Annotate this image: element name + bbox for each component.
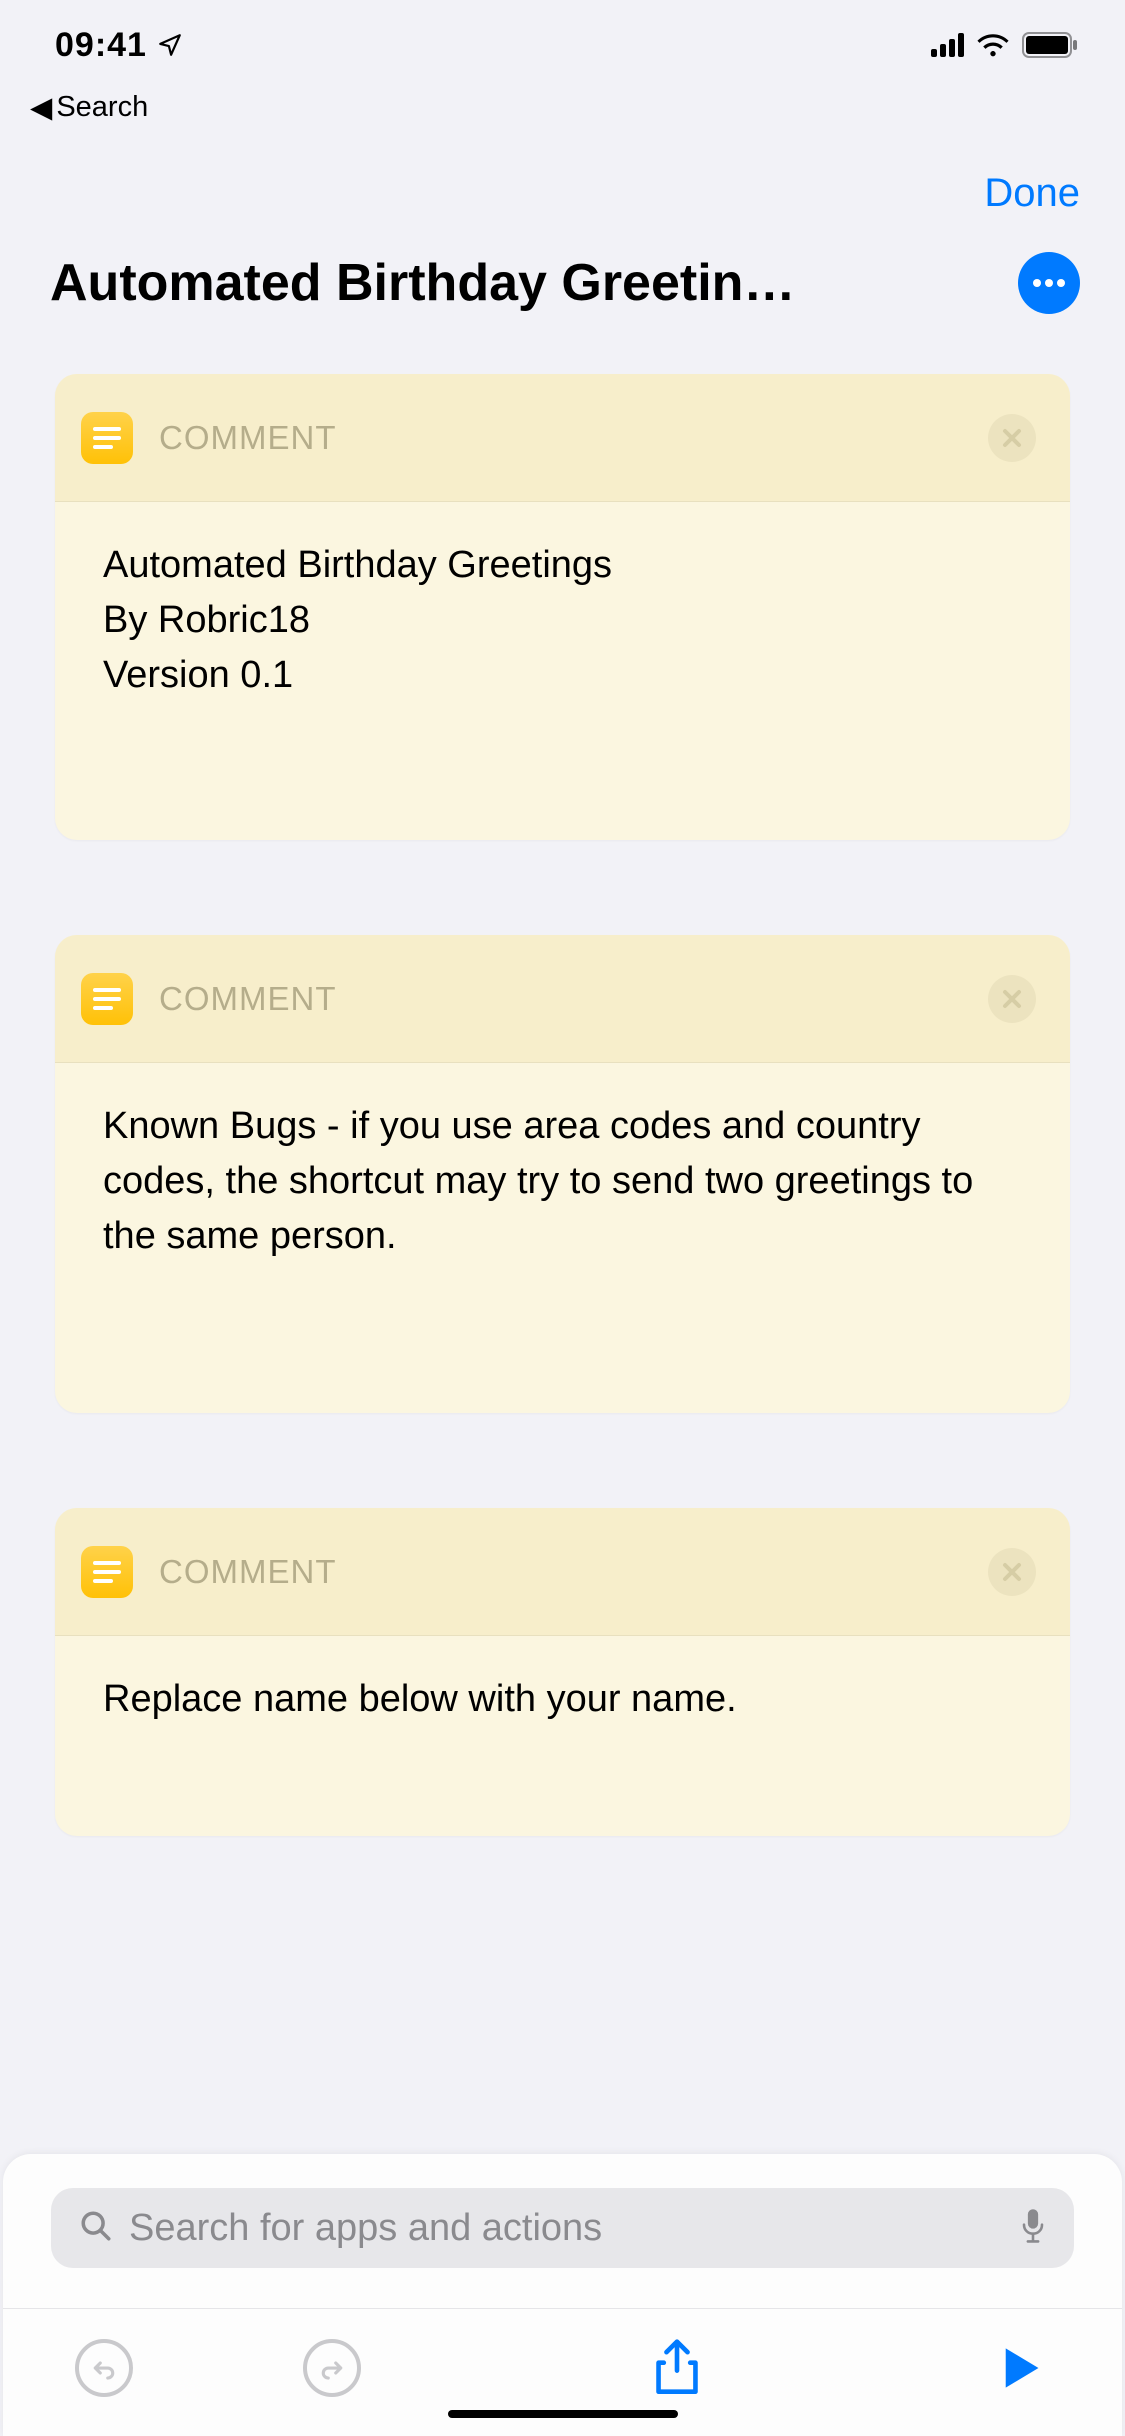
action-list: COMMENT Automated Birthday Greetings By …	[0, 374, 1125, 1836]
comment-icon	[81, 1546, 133, 1598]
title-row: Automated Birthday Greetin…	[0, 252, 1125, 374]
redo-button[interactable]	[303, 2339, 361, 2397]
share-button[interactable]	[648, 2339, 706, 2397]
redo-icon	[317, 2353, 347, 2383]
battery-icon	[1022, 32, 1080, 58]
comment-text[interactable]: Automated Birthday Greetings By Robric18…	[55, 502, 1070, 840]
dictation-icon[interactable]	[1020, 2208, 1046, 2249]
card-header: COMMENT	[55, 935, 1070, 1063]
comment-text[interactable]: Known Bugs - if you use area codes and c…	[55, 1063, 1070, 1413]
status-time: 09:41	[55, 26, 147, 65]
location-services-icon	[157, 32, 183, 58]
back-label: Search	[56, 91, 148, 124]
status-bar: 09:41	[0, 0, 1125, 90]
done-button[interactable]: Done	[984, 171, 1080, 216]
card-header-label: COMMENT	[159, 1553, 988, 1591]
home-indicator[interactable]	[448, 2410, 678, 2418]
delete-action-button[interactable]	[988, 414, 1036, 462]
close-icon	[1001, 988, 1023, 1010]
close-icon	[1001, 427, 1023, 449]
card-header-label: COMMENT	[159, 419, 988, 457]
status-time-group: 09:41	[55, 26, 183, 65]
comment-icon	[81, 973, 133, 1025]
card-header: COMMENT	[55, 374, 1070, 502]
comment-action-card[interactable]: COMMENT Automated Birthday Greetings By …	[55, 374, 1070, 840]
nav-bar: Done	[0, 143, 1125, 252]
undo-icon	[89, 2353, 119, 2383]
comment-action-card[interactable]: COMMENT Replace name below with your nam…	[55, 1508, 1070, 1836]
cellular-signal-icon	[931, 33, 964, 57]
comment-text[interactable]: Replace name below with your name.	[55, 1636, 1070, 1836]
card-header: COMMENT	[55, 1508, 1070, 1636]
search-field-wrap[interactable]	[51, 2188, 1074, 2268]
delete-action-button[interactable]	[988, 1548, 1036, 1596]
undo-button[interactable]	[75, 2339, 133, 2397]
search-icon	[79, 2209, 113, 2248]
play-icon	[999, 2344, 1043, 2392]
page-title: Automated Birthday Greetin…	[50, 253, 1002, 313]
action-search-panel	[3, 2154, 1122, 2436]
delete-action-button[interactable]	[988, 975, 1036, 1023]
comment-action-card[interactable]: COMMENT Known Bugs - if you use area cod…	[55, 935, 1070, 1413]
ellipsis-icon	[1032, 278, 1066, 288]
wifi-icon	[976, 32, 1010, 58]
breadcrumb-back[interactable]: ◀ Search	[0, 90, 1125, 143]
close-icon	[1001, 1561, 1023, 1583]
run-button[interactable]	[992, 2339, 1050, 2397]
search-input[interactable]	[129, 2207, 1004, 2250]
back-triangle-icon: ◀	[30, 90, 52, 125]
more-options-button[interactable]	[1018, 252, 1080, 314]
card-header-label: COMMENT	[159, 980, 988, 1018]
comment-icon	[81, 412, 133, 464]
share-icon	[653, 2339, 701, 2397]
status-right-group	[931, 32, 1080, 58]
